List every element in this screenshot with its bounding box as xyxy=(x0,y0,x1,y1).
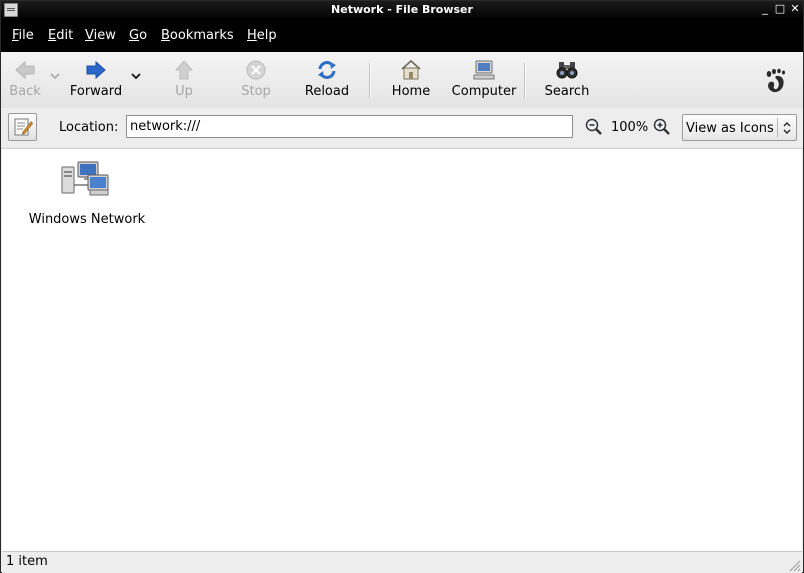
view-mode-select[interactable]: View as Icons xyxy=(682,114,797,141)
file-item-windows-network[interactable]: Windows Network xyxy=(28,159,146,229)
back-arrow-icon xyxy=(15,60,35,80)
home-button[interactable]: Home xyxy=(388,52,434,106)
title-bar[interactable]: Network - File Browser _ □ ✕ xyxy=(1,1,803,19)
computer-button[interactable]: Computer xyxy=(450,52,518,106)
computer-icon xyxy=(473,60,495,80)
toggle-location-entry-button[interactable] xyxy=(8,113,37,141)
menu-edit[interactable]: Edit xyxy=(48,28,73,43)
select-spin-arrows-icon xyxy=(783,122,791,134)
status-bar: 1 item xyxy=(2,551,802,573)
select-divider xyxy=(777,118,778,137)
network-computers-icon xyxy=(61,161,109,196)
search-button[interactable]: Search xyxy=(542,52,592,106)
menu-file[interactable]: File xyxy=(12,28,34,43)
file-item-label: Windows Network xyxy=(28,212,146,227)
up-button[interactable]: Up xyxy=(166,52,202,106)
icon-view-area[interactable]: Windows Network xyxy=(2,149,802,551)
menu-help[interactable]: Help xyxy=(247,28,277,43)
gnome-foot-logo-icon xyxy=(766,68,785,93)
menu-view[interactable]: View xyxy=(85,28,116,43)
main-toolbar: Back Forward Up Stop Reload Home Compute… xyxy=(1,52,803,109)
menu-go[interactable]: Go xyxy=(129,28,147,43)
up-arrow-icon xyxy=(174,60,194,80)
close-icon[interactable]: ✕ xyxy=(788,2,802,16)
stop-icon xyxy=(246,60,266,80)
toolbar-separator xyxy=(369,63,371,99)
home-icon xyxy=(401,59,421,80)
zoom-level[interactable]: 100% xyxy=(611,120,648,135)
toolbar-separator xyxy=(524,63,526,99)
status-text: 1 item xyxy=(6,554,48,569)
forward-arrow-icon xyxy=(86,60,106,80)
binoculars-icon xyxy=(556,62,578,79)
forward-history-chevron-icon[interactable] xyxy=(130,70,142,82)
file-browser-window: Network - File Browser _ □ ✕ File Edit V… xyxy=(0,0,804,573)
menu-bar: File Edit View Go Bookmarks Help xyxy=(1,19,803,52)
back-history-chevron-icon[interactable] xyxy=(49,70,61,82)
reload-icon xyxy=(318,61,336,79)
location-bar: Location: 100% View as Icons xyxy=(1,108,803,149)
edit-note-icon xyxy=(14,118,33,136)
location-input[interactable] xyxy=(126,115,573,138)
back-button[interactable]: Back xyxy=(4,52,46,106)
resize-grip-icon[interactable] xyxy=(787,558,801,572)
zoom-in-icon[interactable] xyxy=(653,118,671,136)
stop-button[interactable]: Stop xyxy=(234,52,278,106)
forward-button[interactable]: Forward xyxy=(67,52,125,106)
maximize-icon[interactable]: □ xyxy=(773,2,787,16)
location-label: Location: xyxy=(59,120,119,135)
zoom-out-icon[interactable] xyxy=(585,118,603,136)
minimize-icon[interactable]: _ xyxy=(758,2,772,16)
reload-button[interactable]: Reload xyxy=(301,52,353,106)
view-mode-value: View as Icons xyxy=(686,121,774,136)
window-title: Network - File Browser xyxy=(331,3,473,16)
menu-bookmarks[interactable]: Bookmarks xyxy=(161,28,234,43)
